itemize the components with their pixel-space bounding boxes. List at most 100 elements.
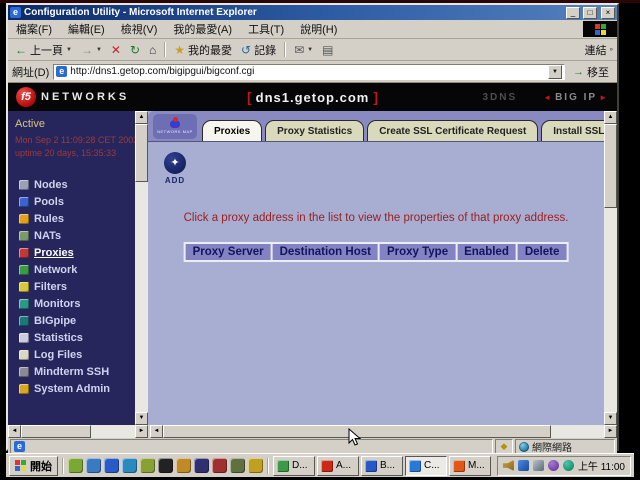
messenger-icon[interactable] xyxy=(518,460,529,471)
sidebar-item-label: Filters xyxy=(34,281,67,293)
go-button[interactable]: → 移至 xyxy=(569,63,613,81)
scroll-left-icon[interactable]: ◄ xyxy=(150,425,163,438)
back-dropdown-icon[interactable]: ▼ xyxy=(66,47,72,53)
frame-horizontal-scrollbar[interactable]: ◄ ► xyxy=(150,425,617,438)
address-input[interactable]: e http://dns1.getop.com/bigipgui/bigconf… xyxy=(53,64,565,80)
sidebar-item[interactable]: Pools xyxy=(8,193,135,210)
quicklaunch-icon[interactable] xyxy=(122,458,137,473)
quicklaunch-icon[interactable] xyxy=(86,458,101,473)
minimize-button[interactable]: _ xyxy=(566,7,580,19)
menu-item[interactable]: 編輯(E) xyxy=(60,23,113,37)
quicklaunch-icon[interactable] xyxy=(248,458,263,473)
sidebar-item[interactable]: Proxies xyxy=(8,244,135,261)
network-map-button[interactable]: NETWORK MAP xyxy=(153,114,197,139)
quicklaunch-icon[interactable] xyxy=(230,458,245,473)
sidebar-item[interactable]: Statistics xyxy=(8,329,135,346)
sidebar-item[interactable]: Monitors xyxy=(8,295,135,312)
sidebar-item-label: Pools xyxy=(34,196,64,208)
stop-icon: ✕ xyxy=(111,44,121,56)
menu-item[interactable]: 檢視(V) xyxy=(113,23,166,37)
sidebar-hscroll-thumb[interactable] xyxy=(21,425,91,438)
frame-scroll-thumb[interactable] xyxy=(604,124,617,208)
menu-item[interactable]: 工具(T) xyxy=(240,23,292,37)
table-header-cell[interactable]: Proxy Server xyxy=(186,244,271,260)
print-button[interactable]: ▤ xyxy=(319,43,336,57)
quicklaunch-icon[interactable] xyxy=(68,458,83,473)
table-header-cell[interactable]: Delete xyxy=(518,244,567,260)
sidebar-item[interactable]: Network xyxy=(8,261,135,278)
refresh-button[interactable]: ↻ xyxy=(127,43,143,57)
taskbar-window-button[interactable]: A... xyxy=(317,456,359,476)
forward-icon: → xyxy=(81,44,93,56)
quicklaunch-icon[interactable] xyxy=(212,458,227,473)
taskbar-window-button[interactable]: B... xyxy=(361,456,403,476)
scroll-right-icon[interactable]: ► xyxy=(135,425,148,438)
display-settings-icon[interactable] xyxy=(533,460,544,471)
forward-button[interactable]: → ▼ xyxy=(78,43,105,57)
add-proxy-button[interactable]: ✦ ADD xyxy=(164,152,186,185)
window-button-label: M... xyxy=(468,460,485,471)
quicklaunch-icon[interactable] xyxy=(194,458,209,473)
quicklaunch-icon[interactable] xyxy=(158,458,173,473)
menu-item[interactable]: 檔案(F) xyxy=(8,23,60,37)
frame-hscroll-track[interactable] xyxy=(163,425,604,438)
sidebar-horizontal-scrollbar[interactable]: ◄ ► xyxy=(8,425,148,438)
close-button[interactable]: × xyxy=(601,7,615,19)
home-button[interactable]: ⌂ xyxy=(146,43,159,57)
scroll-down-icon[interactable]: ▼ xyxy=(135,412,148,425)
mail-button[interactable]: ✉ ▼ xyxy=(291,43,316,57)
sidebar-scroll-thumb[interactable] xyxy=(135,124,148,182)
sidebar-item[interactable]: Log Files xyxy=(8,346,135,363)
address-url[interactable]: http://dns1.getop.com/bigipgui/bigconf.c… xyxy=(70,66,545,77)
navigation-sidebar: Active Mon Sep 2 11:09:28 CET 2002 uptim… xyxy=(8,111,135,425)
scroll-left-icon[interactable]: ◄ xyxy=(8,425,21,438)
tab[interactable]: Proxy Statistics xyxy=(265,120,364,141)
frame-scroll-track[interactable] xyxy=(604,124,617,412)
sidebar-item[interactable]: System Admin xyxy=(8,380,135,397)
forward-dropdown-icon[interactable]: ▼ xyxy=(96,47,102,53)
volume-icon[interactable] xyxy=(503,460,514,471)
scroll-right-icon[interactable]: ► xyxy=(604,425,617,438)
sidebar-item[interactable]: Nodes xyxy=(8,176,135,193)
tray-app-teal-icon[interactable] xyxy=(563,460,574,471)
f5-logo-icon: f5 xyxy=(16,87,36,107)
table-header-cell[interactable]: Enabled xyxy=(457,244,516,260)
scroll-up-icon[interactable]: ▲ xyxy=(135,111,148,124)
sidebar-item[interactable]: Filters xyxy=(8,278,135,295)
mail-dropdown-icon[interactable]: ▼ xyxy=(307,47,313,53)
table-header-cell[interactable]: Destination Host xyxy=(273,244,378,260)
favorites-button[interactable]: ★ 我的最愛 xyxy=(171,41,235,59)
tray-app-purple-icon[interactable] xyxy=(548,460,559,471)
sidebar-item[interactable]: Rules xyxy=(8,210,135,227)
taskbar-window-button[interactable]: M... xyxy=(449,456,491,476)
tab[interactable]: Proxies xyxy=(202,120,262,141)
tab[interactable]: Install SSL Certifi xyxy=(541,120,604,141)
status-message-area: e xyxy=(10,439,493,454)
browser-toolbar: ← 上一頁 ▼ → ▼ ✕ ↻ ⌂ ★ 我的最愛 ↺ 記錄 ✉ ▼ xyxy=(8,39,617,61)
tab[interactable]: Create SSL Certificate Request xyxy=(367,120,538,141)
menu-item[interactable]: 我的最愛(A) xyxy=(165,23,240,37)
scroll-up-icon[interactable]: ▲ xyxy=(604,111,617,124)
maximize-button[interactable]: □ xyxy=(583,7,597,19)
quicklaunch-icon[interactable] xyxy=(176,458,191,473)
sidebar-item[interactable]: Mindterm SSH xyxy=(8,363,135,380)
taskbar-window-button[interactable]: C... xyxy=(405,456,447,476)
sidebar-scroll-track[interactable] xyxy=(135,124,148,412)
history-button[interactable]: ↺ 記錄 xyxy=(238,41,279,59)
sidebar-vertical-scrollbar[interactable]: ▲ ▼ xyxy=(135,111,148,425)
address-dropdown-button[interactable]: ▼ xyxy=(548,65,562,79)
start-button[interactable]: 開始 xyxy=(9,456,58,476)
stop-button[interactable]: ✕ xyxy=(108,43,124,57)
table-header-cell[interactable]: Proxy Type xyxy=(380,244,455,260)
frame-vertical-scrollbar[interactable]: ▲ ▼ xyxy=(604,111,617,425)
scroll-down-icon[interactable]: ▼ xyxy=(604,412,617,425)
links-bar[interactable]: 連結 » xyxy=(585,42,613,58)
back-button[interactable]: ← 上一頁 ▼ xyxy=(12,41,75,59)
menu-item[interactable]: 說明(H) xyxy=(292,23,345,37)
taskbar-window-button[interactable]: D... xyxy=(273,456,315,476)
sidebar-item[interactable]: NATs xyxy=(8,227,135,244)
sidebar-item[interactable]: BIGpipe xyxy=(8,312,135,329)
sidebar-hscroll-track[interactable] xyxy=(21,425,135,438)
quicklaunch-icon[interactable] xyxy=(140,458,155,473)
quicklaunch-icon[interactable] xyxy=(104,458,119,473)
